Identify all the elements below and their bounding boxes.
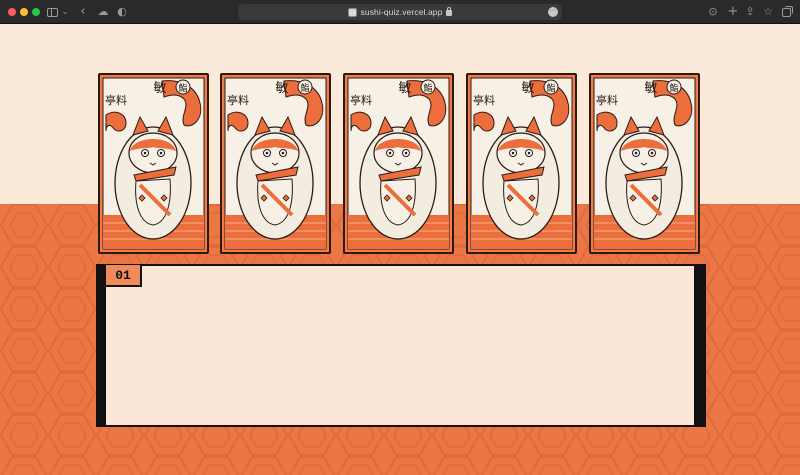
card-side-kanji: 亭料	[473, 93, 495, 107]
tabs-overview-icon[interactable]	[781, 5, 793, 19]
browser-toolbar: ⌄ ‹ ☁ ◐ sushi-quiz.vercel.app ··· ⊙ + ⇪ …	[0, 0, 800, 24]
minimize-window-button[interactable]	[20, 8, 28, 16]
card-corner-kanji: 鮨	[300, 82, 309, 94]
chevron-down-icon[interactable]: ⌄	[61, 5, 69, 19]
card-side-kanji: 亭料	[350, 93, 372, 107]
answer-card[interactable]: 鮨 敏 亭料	[466, 73, 577, 254]
card-kanji: 敏	[398, 81, 411, 96]
more-icon[interactable]: ···	[548, 7, 558, 17]
card-kanji: 敏	[644, 81, 657, 96]
new-tab-icon[interactable]: +	[728, 5, 739, 19]
lock-icon	[446, 7, 453, 16]
answer-card[interactable]: 鮨 敏 亭料	[98, 73, 209, 254]
address-bar[interactable]: sushi-quiz.vercel.app ···	[238, 4, 562, 20]
card-corner-kanji: 鮨	[178, 82, 187, 94]
quiz-page: 鮨 敏 亭料 鮨 敏 亭料 鮨 敏 亭料 鮨 敏 亭料 鮨 敏 亭料 01	[0, 24, 800, 475]
download-icon[interactable]: ⊙	[708, 5, 718, 19]
close-window-button[interactable]	[8, 8, 16, 16]
card-corner-kanji: 鮨	[546, 82, 555, 94]
card-kanji: 敏	[153, 81, 166, 96]
back-arrow-icon[interactable]: ‹	[78, 5, 88, 19]
card-side-kanji: 亭料	[596, 93, 618, 107]
question-text	[116, 296, 684, 415]
card-kanji: 敏	[521, 81, 534, 96]
card-corner-kanji: 鮨	[669, 82, 678, 94]
cloud-icon[interactable]: ☁	[96, 5, 110, 19]
card-side-kanji: 亭料	[105, 93, 127, 107]
card-kanji: 敏	[275, 81, 288, 96]
card-side-kanji: 亭料	[227, 93, 249, 107]
answer-card[interactable]: 鮨 敏 亭料	[220, 73, 331, 254]
share-icon[interactable]: ⇪	[745, 5, 755, 19]
question-panel: 01	[96, 264, 706, 427]
star-icon[interactable]: ☆	[763, 5, 773, 19]
answer-card[interactable]: 鮨 敏 亭料	[589, 73, 700, 254]
zoom-window-button[interactable]	[32, 8, 40, 16]
question-number: 01	[106, 265, 142, 287]
card-corner-kanji: 鮨	[423, 82, 432, 94]
answer-card[interactable]: 鮨 敏 亭料	[343, 73, 454, 254]
sidebar-icon[interactable]	[46, 5, 58, 19]
url-text: sushi-quiz.vercel.app	[360, 7, 443, 17]
favicon-icon	[347, 7, 357, 17]
shield-icon[interactable]: ◐	[117, 5, 127, 19]
